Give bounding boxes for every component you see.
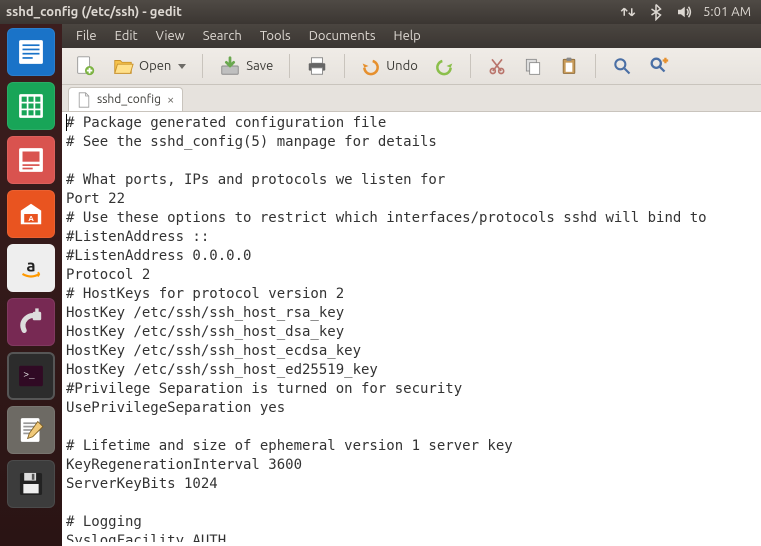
launcher-amazon[interactable]: a: [7, 244, 55, 292]
menu-edit[interactable]: Edit: [109, 27, 144, 45]
copy-button[interactable]: [519, 54, 547, 78]
clock[interactable]: 5:01 AM: [703, 5, 751, 19]
open-button[interactable]: Open: [108, 53, 190, 79]
toolbar-separator: [202, 54, 203, 78]
volume-icon[interactable]: [675, 3, 693, 21]
tab-label: sshd_config: [97, 93, 161, 106]
cut-button[interactable]: [483, 54, 511, 78]
open-label: Open: [139, 59, 171, 73]
find-replace-button[interactable]: [644, 53, 674, 79]
launcher-terminal[interactable]: >_: [7, 352, 55, 400]
file-icon: [77, 92, 91, 108]
menubar: File Edit View Search Tools Documents He…: [62, 24, 761, 48]
tab-sshd-config[interactable]: sshd_config ×: [68, 87, 183, 111]
menu-documents[interactable]: Documents: [303, 27, 382, 45]
toolbar-separator: [470, 54, 471, 78]
find-button[interactable]: [608, 54, 636, 78]
launcher-calc[interactable]: [7, 82, 55, 130]
menu-file[interactable]: File: [70, 27, 103, 45]
window-title: sshd_config (/etc/ssh) - gedit: [6, 5, 182, 19]
open-dropdown-caret-icon[interactable]: [178, 64, 186, 69]
svg-text:>_: >_: [23, 370, 35, 381]
menu-help[interactable]: Help: [388, 27, 427, 45]
launcher-writer[interactable]: [7, 28, 55, 76]
launcher-software-center[interactable]: A: [7, 190, 55, 238]
launcher-settings[interactable]: [7, 298, 55, 346]
tab-bar: sshd_config ×: [62, 85, 761, 112]
bluetooth-icon[interactable]: [647, 3, 665, 21]
launcher-floppy[interactable]: [7, 460, 55, 508]
network-icon[interactable]: [619, 3, 637, 21]
gedit-window: File Edit View Search Tools Documents He…: [62, 24, 761, 542]
text-editor[interactable]: # Package generated configuration file #…: [62, 112, 761, 542]
launcher-impress[interactable]: [7, 136, 55, 184]
undo-label: Undo: [386, 59, 418, 73]
save-button[interactable]: Save: [215, 53, 277, 79]
save-label: Save: [246, 59, 273, 73]
toolbar: Open Save Undo: [62, 48, 761, 85]
print-button[interactable]: [302, 53, 332, 79]
svg-text:A: A: [28, 215, 34, 223]
tab-close-icon[interactable]: ×: [167, 93, 174, 107]
menu-tools[interactable]: Tools: [254, 27, 297, 45]
redo-button[interactable]: [430, 54, 458, 78]
paste-button[interactable]: [555, 54, 583, 78]
system-tray: 5:01 AM: [619, 3, 761, 21]
toolbar-separator: [344, 54, 345, 78]
new-file-button[interactable]: [70, 53, 100, 79]
top-panel: sshd_config (/etc/ssh) - gedit 5:01 AM: [0, 0, 761, 24]
toolbar-separator: [595, 54, 596, 78]
launcher-gedit[interactable]: [7, 406, 55, 454]
toolbar-separator: [289, 54, 290, 78]
unity-launcher: A a >_: [0, 24, 62, 546]
menu-search[interactable]: Search: [197, 27, 248, 45]
menu-view[interactable]: View: [150, 27, 191, 45]
svg-text:a: a: [26, 256, 35, 275]
undo-button[interactable]: Undo: [357, 54, 422, 78]
